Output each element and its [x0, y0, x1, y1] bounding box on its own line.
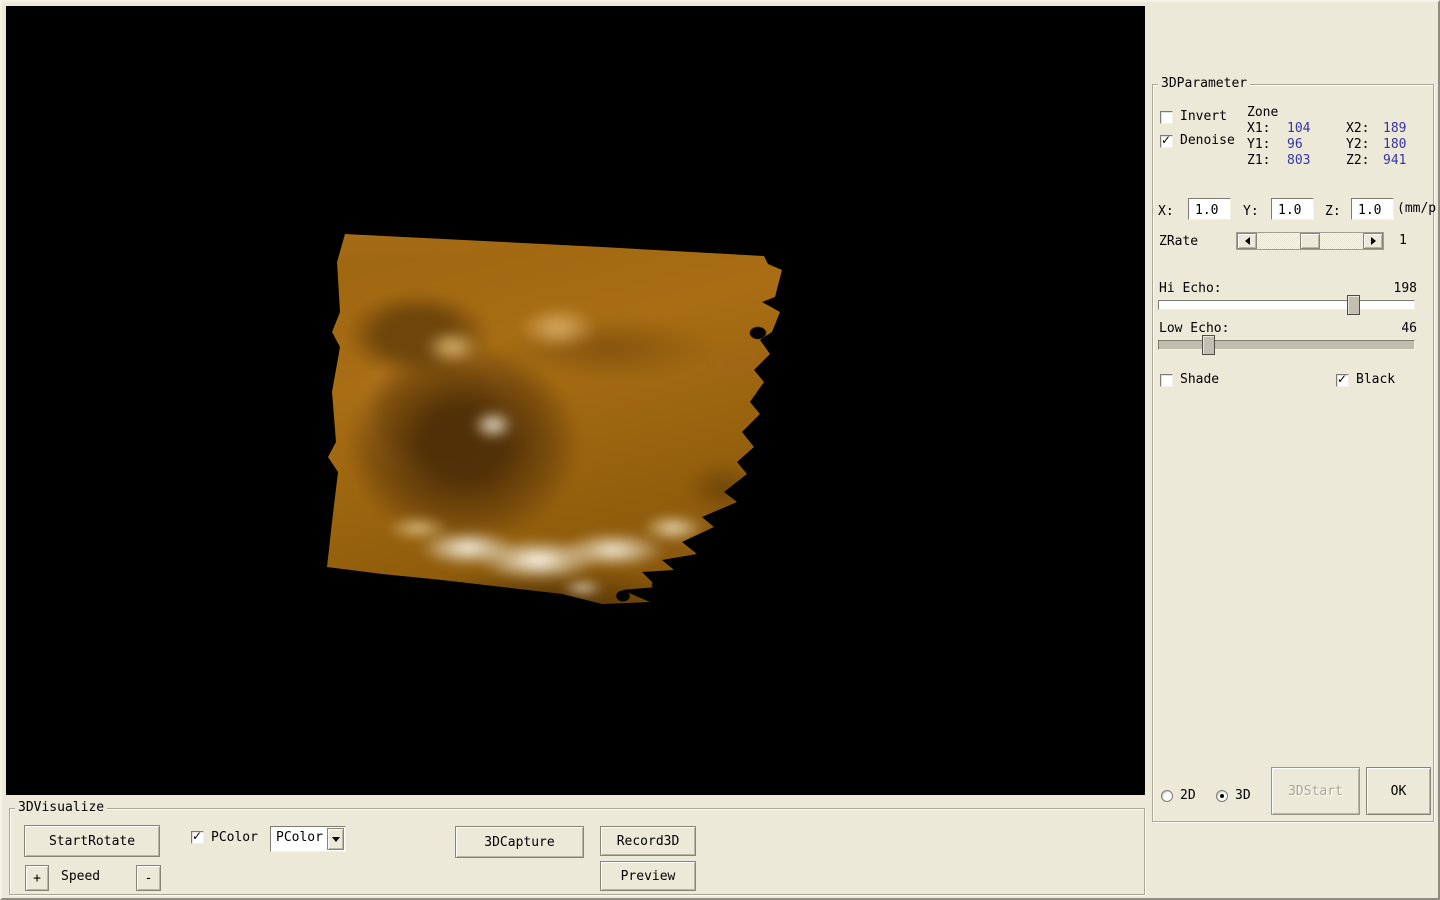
- zone-x1-value: 104: [1287, 121, 1310, 136]
- low-echo-slider[interactable]: [1158, 335, 1415, 355]
- zone-z1-value: 803: [1287, 153, 1310, 168]
- mode-3d-radio[interactable]: [1216, 790, 1228, 802]
- hi-echo-thumb[interactable]: [1347, 295, 1360, 315]
- scale-x-input[interactable]: [1188, 198, 1231, 220]
- hi-echo-value: 198: [1394, 281, 1417, 296]
- render-viewport[interactable]: [6, 6, 1145, 795]
- mode-2d-label: 2D: [1180, 788, 1196, 803]
- black-checkbox[interactable]: [1336, 374, 1349, 387]
- zone-x2-label: X2:: [1346, 121, 1369, 136]
- pcolor-checkbox[interactable]: [191, 831, 204, 844]
- hi-echo-slider[interactable]: [1158, 295, 1415, 315]
- zone-y2-label: Y2:: [1346, 137, 1369, 152]
- scale-unit-label: (mm/p): [1397, 201, 1440, 216]
- scale-y-label: Y:: [1243, 204, 1259, 219]
- 3dcapture-button[interactable]: 3DCapture: [455, 826, 584, 858]
- mode-2d-radio[interactable]: [1161, 790, 1173, 802]
- parameter-groupbox: 3DParameter Invert Denoise Zone X1: 104 …: [1152, 84, 1434, 822]
- record3d-button[interactable]: Record3D: [600, 826, 696, 856]
- denoise-label: Denoise: [1180, 133, 1235, 148]
- scale-z-label: Z:: [1325, 204, 1341, 219]
- visualize-groupbox-title: 3DVisualize: [15, 800, 107, 815]
- denoise-checkbox[interactable]: [1160, 135, 1173, 148]
- low-echo-track[interactable]: [1158, 340, 1415, 350]
- scale-x-label: X:: [1158, 204, 1174, 219]
- speed-minus-button[interactable]: -: [136, 865, 161, 891]
- zrate-scrollbar[interactable]: [1236, 232, 1384, 250]
- invert-label: Invert: [1180, 109, 1227, 124]
- low-echo-thumb[interactable]: [1202, 335, 1215, 355]
- hi-echo-label: Hi Echo:: [1159, 281, 1222, 296]
- zone-x2-value: 189: [1383, 121, 1406, 136]
- visualize-groupbox: 3DVisualize StartRotate + Speed - PColor…: [9, 808, 1145, 895]
- pcolor-dropdown-arrow-icon[interactable]: [327, 828, 344, 850]
- scale-y-input[interactable]: [1271, 198, 1314, 220]
- pcolor-combobox-value: PColor: [276, 830, 323, 845]
- speed-plus-button[interactable]: +: [25, 865, 49, 891]
- zone-z2-value: 941: [1383, 153, 1406, 168]
- zone-y1-value: 96: [1287, 137, 1303, 152]
- pcolor-label: PColor: [211, 830, 258, 845]
- ok-button[interactable]: OK: [1366, 767, 1431, 815]
- zone-z2-label: Z2:: [1346, 153, 1369, 168]
- parameter-groupbox-title: 3DParameter: [1158, 76, 1250, 91]
- zone-x1-label: X1:: [1247, 121, 1270, 136]
- zrate-left-arrow-icon[interactable]: [1237, 233, 1257, 249]
- speed-label: Speed: [61, 869, 100, 884]
- zrate-thumb[interactable]: [1300, 233, 1320, 249]
- app-window: 3DParameter Invert Denoise Zone X1: 104 …: [0, 0, 1440, 900]
- preview-button[interactable]: Preview: [600, 861, 696, 891]
- zone-z1-label: Z1:: [1247, 153, 1270, 168]
- ultrasound-edge-holes: [323, 228, 787, 608]
- scale-z-input[interactable]: [1351, 198, 1394, 220]
- hi-echo-track[interactable]: [1158, 300, 1415, 310]
- zrate-label: ZRate: [1159, 234, 1198, 249]
- start-rotate-button[interactable]: StartRotate: [24, 825, 160, 857]
- pcolor-combobox[interactable]: PColor: [270, 826, 346, 852]
- zrate-value: 1: [1399, 233, 1407, 248]
- zone-y1-label: Y1:: [1247, 137, 1270, 152]
- 3dstart-button[interactable]: 3DStart: [1271, 767, 1360, 815]
- invert-checkbox[interactable]: [1160, 111, 1173, 124]
- ultrasound-volume-render: [323, 228, 787, 608]
- zrate-right-arrow-icon[interactable]: [1363, 233, 1383, 249]
- shade-checkbox[interactable]: [1160, 374, 1173, 387]
- mode-3d-label: 3D: [1235, 788, 1251, 803]
- low-echo-label: Low Echo:: [1159, 321, 1229, 336]
- zone-y2-value: 180: [1383, 137, 1406, 152]
- low-echo-value: 46: [1401, 321, 1417, 336]
- shade-label: Shade: [1180, 372, 1219, 387]
- zone-title: Zone: [1247, 105, 1278, 120]
- black-label: Black: [1356, 372, 1395, 387]
